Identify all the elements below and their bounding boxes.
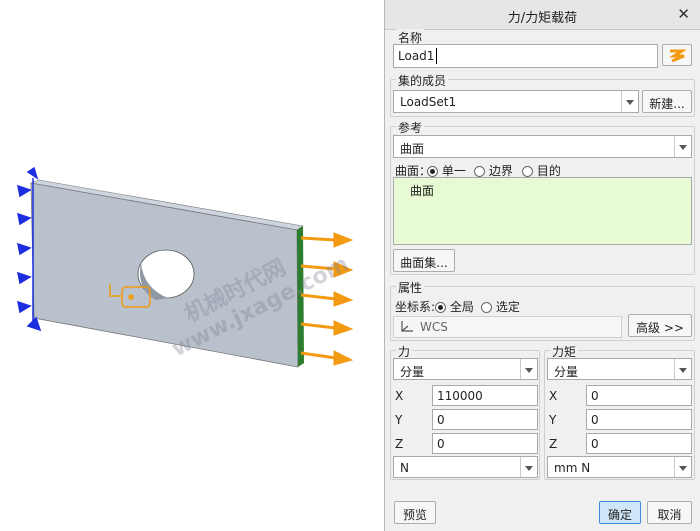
moment-z-input[interactable]: 0 [586,433,692,454]
force-z-value: 0 [437,437,445,451]
force-arrows [300,232,354,366]
force-x-value: 110000 [437,389,483,403]
surface-set-button[interactable]: 曲面集... [393,249,455,272]
collector-item: 曲面 [410,184,435,198]
load-set-select[interactable]: LoadSet1 [393,90,639,113]
dialog-title: 力/力矩载荷 [507,11,578,26]
moment-unit-select[interactable]: mm N [547,456,692,478]
reference-type-select[interactable]: 曲面 [393,135,692,158]
moment-y-value: 0 [591,413,599,427]
force-y-input[interactable]: 0 [432,409,538,430]
advanced-button[interactable]: 高级 >> [628,314,692,337]
coordinate-system-icon [401,321,413,332]
force-arrow [300,350,354,366]
chevron-down-icon[interactable] [621,91,638,112]
moment-mode-select[interactable]: 分量 [547,358,692,380]
radio-global-icon[interactable] [435,302,446,313]
force-mode-value: 分量 [400,365,425,379]
preview-button[interactable]: 预览 [394,501,436,524]
moment-y-input[interactable]: 0 [586,409,692,430]
force-unit-value: N [400,461,409,475]
moment-unit-value: mm N [554,461,591,475]
coord-label: 坐标系: [395,300,436,314]
new-set-button[interactable]: 新建... [642,90,692,113]
dialog-titlebar: 力/力矩载荷 ✕ [385,0,700,30]
moment-x-value: 0 [591,389,599,403]
radio-global[interactable]: 全局 [435,298,474,315]
radio-intent-icon[interactable] [522,166,533,177]
rename-button[interactable] [662,44,692,66]
radio-selected[interactable]: 选定 [481,298,520,315]
model-viewport[interactable]: 机械时代网 www.jxage.com [0,0,384,531]
radio-boundary-icon[interactable] [474,166,485,177]
cancel-button[interactable]: 取消 [647,501,692,524]
moment-z-label: Z [549,437,558,451]
force-arrow [300,232,354,248]
radio-global-label: 全局 [449,300,474,314]
radio-boundary-label: 边界 [488,164,513,178]
force-x-input[interactable]: 110000 [432,385,538,406]
moment-x-label: X [549,389,558,403]
force-arrow [300,320,354,336]
radio-single-label: 单一 [441,164,466,178]
moment-y-label: Y [549,413,557,427]
reference-type-value: 曲面 [400,142,425,156]
close-icon[interactable]: ✕ [677,5,690,23]
force-moment-load-dialog: 力/力矩载荷 ✕ 名称 Load1 集的成员 LoadSet1 新建... 参考… [384,0,700,531]
radio-selected-label: 选定 [495,300,520,314]
force-x-label: X [395,389,404,403]
chevron-down-icon[interactable] [674,457,691,477]
name-input[interactable]: Load1 [393,44,658,68]
moment-z-value: 0 [591,437,599,451]
chevron-down-icon[interactable] [674,359,691,379]
properties-section-label: 属性 [396,279,425,296]
chevron-down-icon[interactable] [520,359,537,379]
force-y-value: 0 [437,413,445,427]
load-style-icon [668,49,686,62]
force-y-label: Y [395,413,403,427]
load-set-value: LoadSet1 [400,95,457,109]
reference-section-label: 参考 [396,119,425,136]
moment-mode-value: 分量 [554,365,579,379]
name-input-value: Load1 [398,49,435,63]
ok-button[interactable]: 确定 [599,501,641,524]
surface-collector[interactable]: 曲面 [393,177,692,245]
radio-intent-label: 目的 [536,164,561,178]
radio-selected-icon[interactable] [481,302,492,313]
force-z-input[interactable]: 0 [432,433,538,454]
moment-x-input[interactable]: 0 [586,385,692,406]
force-mode-select[interactable]: 分量 [393,358,538,380]
force-z-label: Z [395,437,404,451]
coord-system-value: WCS [420,320,448,334]
coord-system-field[interactable]: WCS [393,316,622,338]
chevron-down-icon[interactable] [674,136,691,157]
force-unit-select[interactable]: N [393,456,538,478]
chevron-down-icon[interactable] [520,457,537,477]
radio-single-icon[interactable] [427,166,438,177]
set-section-label: 集的成员 [396,72,449,89]
